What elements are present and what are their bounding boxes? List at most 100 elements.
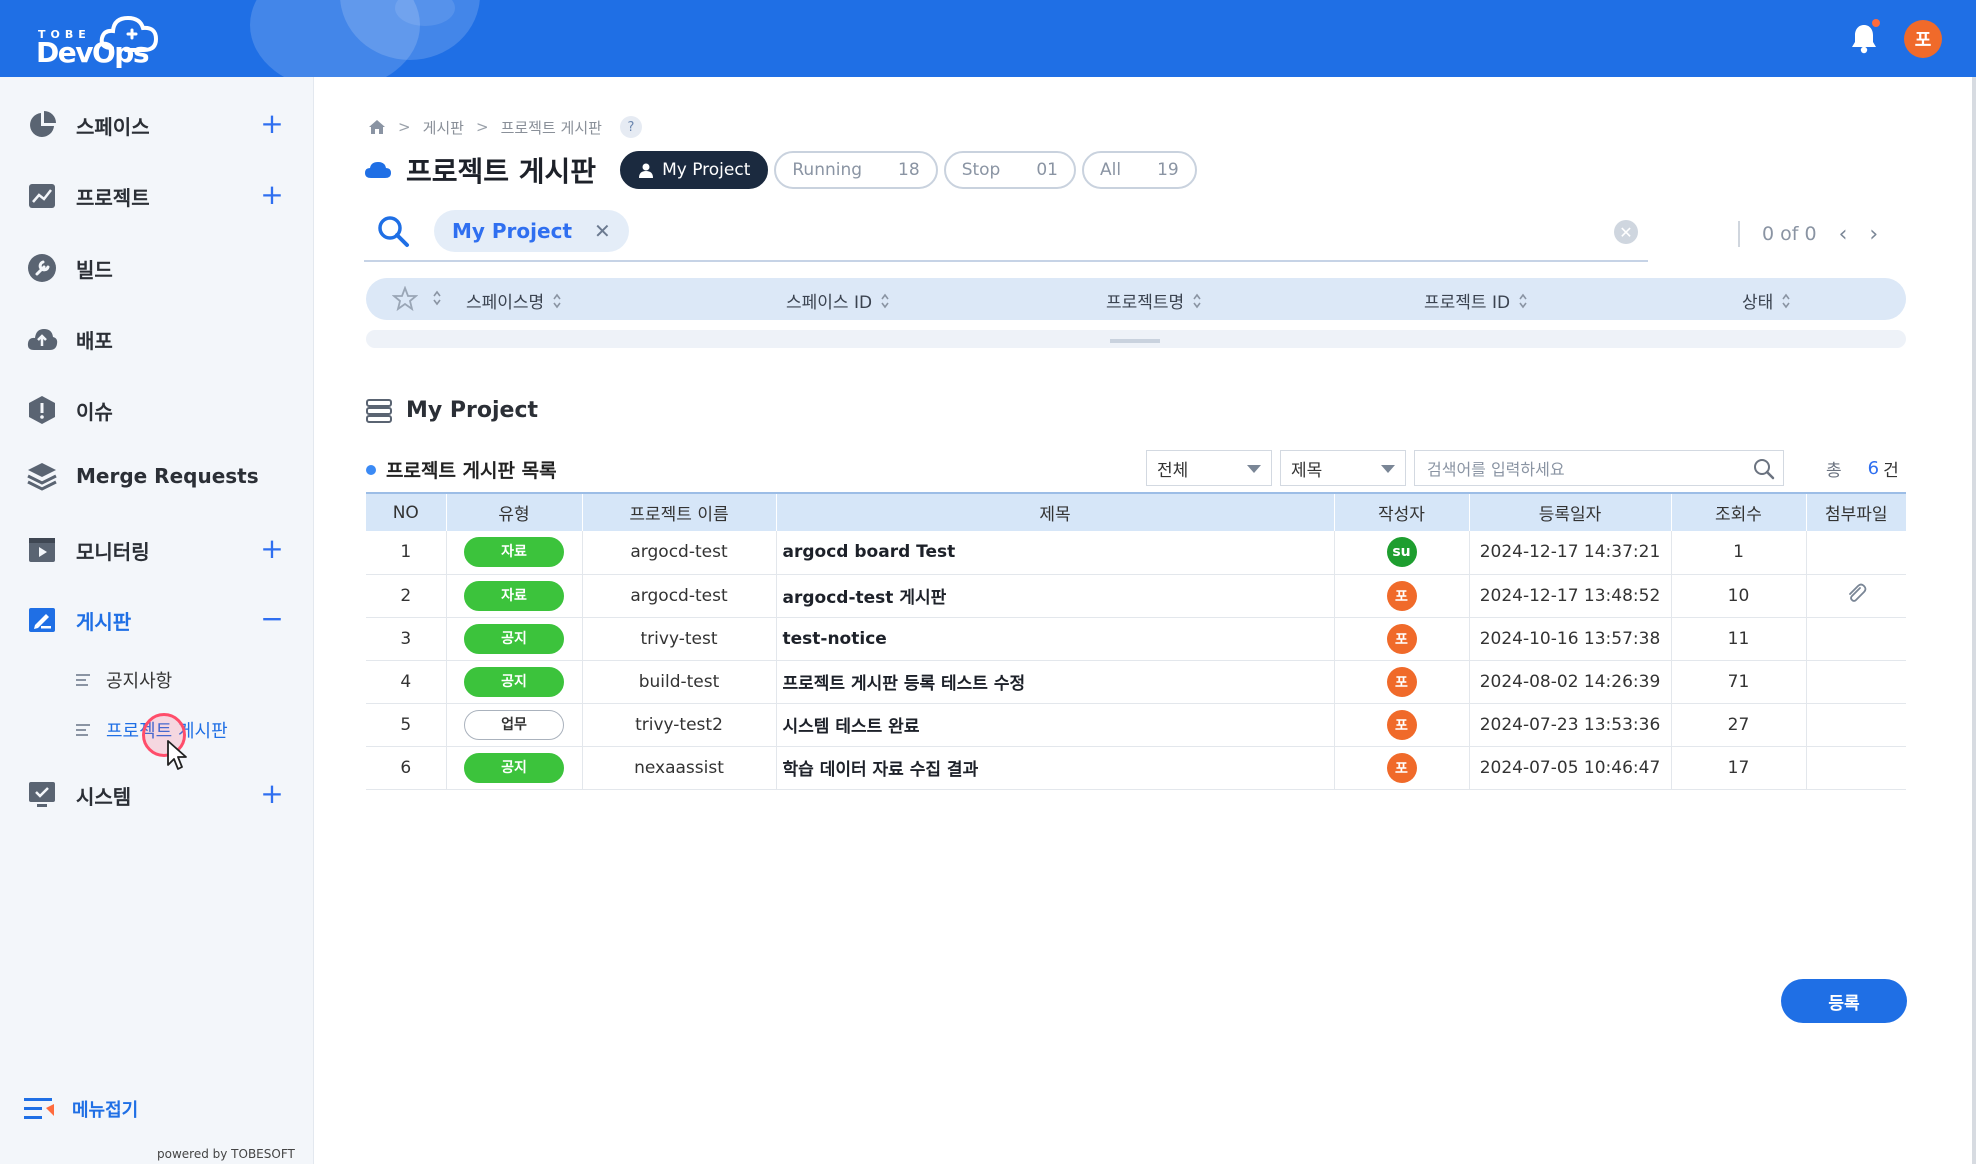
- cell-no: 1: [366, 531, 446, 575]
- cell-title[interactable]: 프로젝트 게시판 등록 테스트 수정: [775, 660, 1334, 704]
- wrench-icon: [24, 250, 60, 286]
- total-number: 6: [1867, 458, 1880, 479]
- cell-title[interactable]: test-notice: [775, 617, 1334, 661]
- grid-column-project-id[interactable]: 프로젝트 ID: [1424, 288, 1528, 313]
- cell-title[interactable]: argocd-test 게시판: [775, 574, 1334, 618]
- cell-title[interactable]: argocd board Test: [775, 531, 1334, 575]
- home-icon[interactable]: [368, 119, 386, 135]
- table-row[interactable]: 2 자료 argocd-test argocd-test 게시판 포 2024-12-17…: [366, 574, 1906, 618]
- grid-column-space-id[interactable]: 스페이스 ID: [786, 288, 890, 313]
- col-header-attachment[interactable]: 첨부파일: [1805, 492, 1906, 531]
- sidebar-item-deploy[interactable]: 배포: [24, 316, 284, 362]
- breadcrumb-project-board: 프로젝트 게시판: [500, 118, 602, 137]
- next-page-icon[interactable]: ›: [1869, 222, 1878, 247]
- filter-running-count: 18: [898, 160, 920, 180]
- cell-author: su: [1333, 531, 1469, 575]
- col-header-author[interactable]: 작성자: [1333, 492, 1469, 531]
- sidebar-item-system[interactable]: 시스템 +: [24, 772, 284, 818]
- field-select[interactable]: 제목: [1280, 450, 1406, 486]
- register-button[interactable]: 등록: [1781, 979, 1907, 1023]
- layers-icon: [24, 458, 60, 494]
- filter-running[interactable]: Running 18: [774, 151, 938, 189]
- cloud-icon: [365, 162, 391, 178]
- table-row[interactable]: 1 자료 argocd-test argocd board Test su 2024-12…: [366, 531, 1906, 575]
- search-icon[interactable]: [376, 214, 410, 248]
- col-header-title[interactable]: 제목: [775, 492, 1334, 531]
- window-edge: [1972, 77, 1976, 1164]
- sidebar-item-issue[interactable]: 이슈: [24, 387, 284, 433]
- col-header-project[interactable]: 프로젝트 이름: [581, 492, 776, 531]
- type-badge: 자료: [464, 537, 564, 568]
- menu-fold-label: 메뉴접기: [72, 1100, 139, 1121]
- sidebar-item-monitoring[interactable]: 모니터링 +: [24, 527, 284, 573]
- sidebar-item-build[interactable]: 빌드: [24, 245, 284, 291]
- list-search-input[interactable]: 검색어를 입력하세요: [1414, 450, 1784, 486]
- grid-column-status[interactable]: 상태: [1742, 288, 1791, 313]
- table-row[interactable]: 3 공지 trivy-test test-notice 포 2024-10-16 13:5…: [366, 617, 1906, 661]
- sidebar-item-project[interactable]: 프로젝트 +: [24, 173, 284, 219]
- cell-attachment: [1805, 617, 1906, 661]
- grid-column-project-name[interactable]: 프로젝트명: [1106, 288, 1202, 313]
- filter-stop-label: Stop: [961, 160, 1001, 180]
- filter-my-project[interactable]: My Project: [620, 151, 769, 189]
- user-avatar[interactable]: 포: [1904, 20, 1942, 58]
- cell-author: 포: [1333, 703, 1469, 747]
- devops-logo[interactable]: TOBE DevOps: [36, 10, 176, 69]
- col-header-no[interactable]: NO: [366, 492, 446, 531]
- search-icon[interactable]: [1753, 458, 1775, 480]
- breadcrumb-board[interactable]: 게시판: [423, 117, 464, 138]
- collapse-minus-icon[interactable]: −: [260, 605, 284, 633]
- filter-running-label: Running: [792, 160, 863, 180]
- cell-author: 포: [1333, 617, 1469, 661]
- table-row[interactable]: 5 업무 trivy-test2 시스템 테스트 완료 포 2024-07-23 13:5…: [366, 703, 1906, 747]
- total-unit: 건: [1883, 461, 1899, 481]
- sidebar-subitem-notice[interactable]: 공지사항: [76, 663, 172, 697]
- resize-handle[interactable]: [1110, 339, 1160, 343]
- expand-plus-icon[interactable]: +: [260, 110, 284, 138]
- col-header-date[interactable]: 등록일자: [1468, 492, 1671, 531]
- cell-type: 공지: [445, 746, 582, 790]
- expand-plus-icon[interactable]: +: [260, 780, 284, 808]
- prev-page-icon[interactable]: ‹: [1839, 222, 1848, 247]
- filter-all[interactable]: All 19: [1081, 151, 1197, 189]
- mouse-cursor-icon: [167, 740, 187, 770]
- sidebar-item-space[interactable]: 스페이스 +: [24, 102, 284, 148]
- col-header-type[interactable]: 유형: [445, 492, 582, 531]
- table-row[interactable]: 4 공지 build-test 프로젝트 게시판 등록 테스트 수정 포 2024-08-…: [366, 660, 1906, 704]
- type-badge: 공지: [464, 752, 564, 783]
- sort-arrows-icon: [553, 293, 561, 308]
- filter-all-label: All: [1099, 160, 1122, 180]
- table-row[interactable]: 6 공지 nexaassist 학습 데이터 자료 수집 결과 포 2024-07-05 …: [366, 746, 1906, 790]
- help-icon[interactable]: ?: [619, 116, 642, 138]
- top-header: TOBE DevOps 포: [0, 0, 1976, 77]
- expand-plus-icon[interactable]: +: [260, 535, 284, 563]
- scope-select[interactable]: 전체: [1146, 450, 1272, 486]
- star-icon[interactable]: [392, 286, 418, 312]
- cell-views: 11: [1670, 617, 1806, 661]
- menu-fold-button[interactable]: 메뉴접기: [24, 1096, 138, 1122]
- cell-project: argocd-test: [581, 531, 776, 575]
- sort-arrows-icon[interactable]: [432, 290, 442, 306]
- chip-close-icon[interactable]: ✕: [594, 219, 611, 243]
- grid-column-space-name[interactable]: 스페이스명: [466, 288, 562, 313]
- paperclip-icon[interactable]: [1845, 582, 1867, 604]
- clear-search-icon[interactable]: ✕: [1614, 220, 1638, 244]
- project-search-bar[interactable]: My Project ✕ ✕: [364, 206, 1648, 262]
- field-select-value: 제목: [1291, 460, 1323, 481]
- filter-stop[interactable]: Stop 01: [943, 151, 1076, 189]
- cell-title[interactable]: 학습 데이터 자료 수집 결과: [775, 746, 1334, 790]
- grid-column-label: 상태: [1742, 293, 1774, 313]
- grid-column-label: 스페이스명: [466, 293, 545, 313]
- monitor-play-icon: [24, 532, 60, 568]
- cell-attachment: [1805, 660, 1906, 704]
- expand-plus-icon[interactable]: +: [260, 181, 284, 209]
- cell-title[interactable]: 시스템 테스트 완료: [775, 703, 1334, 747]
- col-header-views[interactable]: 조회수: [1670, 492, 1806, 531]
- cell-project: trivy-test: [581, 617, 776, 661]
- author-avatar: 포: [1386, 709, 1417, 740]
- sidebar-item-merge-requests[interactable]: Merge Requests: [24, 453, 284, 499]
- sidebar-item-board[interactable]: 게시판 −: [24, 597, 284, 643]
- cell-date: 2024-12-17 13:48:52: [1468, 574, 1671, 618]
- filter-stop-count: 01: [1036, 160, 1058, 180]
- cell-attachment: [1805, 746, 1906, 790]
